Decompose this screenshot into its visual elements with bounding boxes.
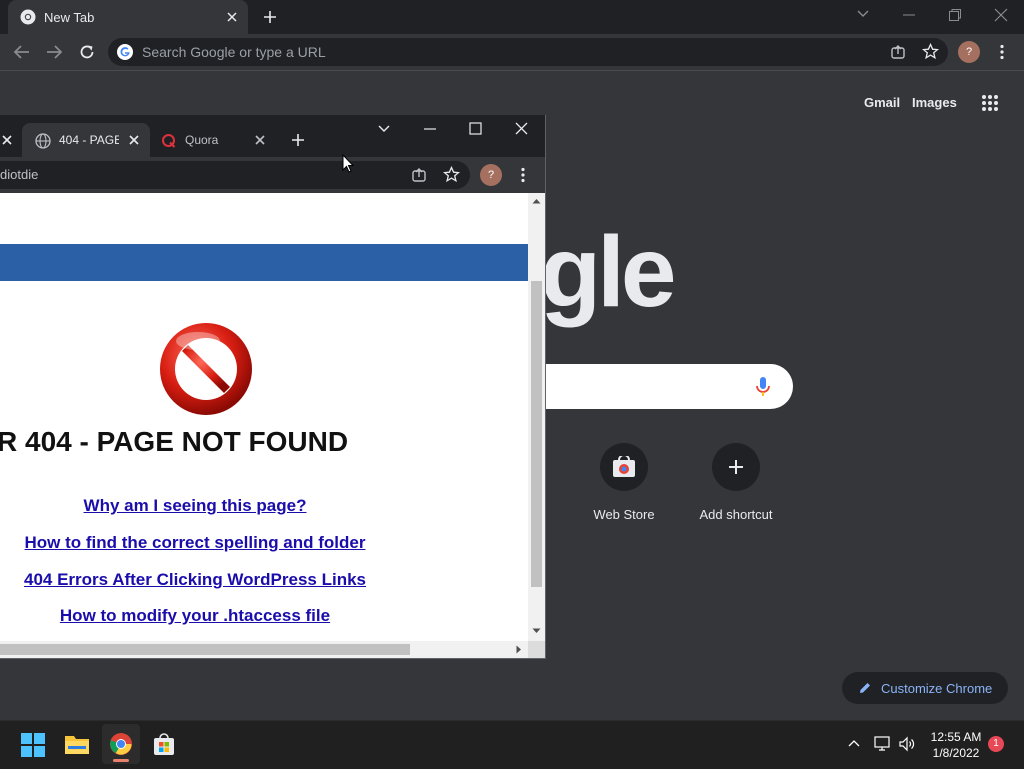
file-explorer-icon[interactable]	[64, 733, 90, 755]
scroll-right-arrow-icon[interactable]	[516, 645, 522, 654]
shortcut-label-web-store: Web Store	[593, 507, 655, 522]
link-correct-spelling[interactable]: How to find the correct spelling and fol…	[0, 533, 390, 553]
close-tab-icon[interactable]	[226, 11, 238, 23]
tab-title-quora: Quora	[185, 133, 219, 147]
pencil-icon	[858, 681, 872, 695]
no-entry-icon	[158, 321, 254, 417]
bookmark-star-icon[interactable]	[922, 43, 939, 60]
web-store-icon	[612, 456, 636, 478]
gmail-link[interactable]: Gmail	[864, 95, 900, 110]
apps-grid-icon[interactable]	[981, 94, 999, 112]
link-htaccess[interactable]: How to modify your .htaccess file	[0, 606, 390, 626]
new-tab-icon[interactable]	[262, 9, 278, 25]
page-banner	[0, 244, 528, 281]
fg-profile-avatar[interactable]: ?	[480, 164, 502, 186]
volume-icon[interactable]	[898, 736, 916, 752]
fg-bookmark-star-icon[interactable]	[443, 166, 460, 183]
mouse-cursor-icon	[342, 154, 354, 173]
active-app-indicator	[113, 759, 129, 762]
page-viewport: ROR 404 - PAGE NOT FOUND Why am I seeing…	[0, 193, 528, 641]
kebab-menu-icon[interactable]	[1000, 44, 1004, 60]
images-link[interactable]: Images	[912, 95, 957, 110]
network-icon[interactable]	[874, 736, 892, 752]
fg-omnibox[interactable]	[0, 161, 470, 189]
fg-new-tab-icon[interactable]	[290, 132, 306, 148]
tab-title-404: 404 - PAGE	[59, 133, 119, 147]
customize-chrome-label: Customize Chrome	[881, 681, 993, 696]
globe-icon	[35, 133, 51, 149]
link-why-seeing[interactable]: Why am I seeing this page?	[0, 496, 390, 516]
close-tab-quora-icon[interactable]	[255, 135, 265, 145]
fg-kebab-menu-icon[interactable]	[521, 167, 525, 183]
scrollbar-corner	[528, 641, 545, 658]
tab-title: New Tab	[44, 10, 95, 25]
share-icon[interactable]	[890, 44, 906, 60]
back-icon[interactable]	[13, 44, 31, 60]
notification-badge[interactable]: 1	[988, 736, 1004, 752]
clock-time: 12:55 AM	[930, 730, 982, 744]
restore-icon[interactable]	[948, 8, 962, 22]
store-icon[interactable]	[152, 732, 176, 756]
close-tab-offscreen-icon[interactable]	[2, 135, 12, 145]
scroll-down-arrow-icon[interactable]	[532, 628, 541, 634]
fg-share-icon[interactable]	[411, 167, 427, 183]
vertical-scroll-thumb[interactable]	[531, 281, 542, 587]
forward-icon[interactable]	[45, 44, 63, 60]
link-wordpress-404[interactable]: 404 Errors After Clicking WordPress Link…	[0, 570, 390, 590]
plus-icon	[728, 459, 744, 475]
start-icon[interactable]	[21, 733, 45, 757]
fg-close-window-icon[interactable]	[515, 122, 528, 135]
fg-maximize-icon[interactable]	[469, 122, 482, 135]
google-logo: gle	[540, 216, 676, 328]
system-clock[interactable]: 12:55 AM 1/8/2022	[920, 729, 992, 761]
tray-chevron-up-icon[interactable]	[848, 739, 860, 747]
horizontal-scroll-thumb[interactable]	[0, 644, 410, 655]
chrome-taskbar-icon	[109, 732, 133, 756]
profile-avatar[interactable]: ?	[958, 41, 980, 63]
shortcut-label-add: Add shortcut	[699, 507, 773, 522]
minimize-icon[interactable]	[902, 10, 916, 20]
fg-minimize-icon[interactable]	[423, 124, 437, 134]
tab-search-chevron-icon[interactable]	[856, 8, 870, 20]
quora-icon	[161, 133, 177, 149]
scroll-up-arrow-icon[interactable]	[532, 198, 541, 204]
fg-tab-search-chevron-icon[interactable]	[377, 123, 391, 135]
close-window-icon[interactable]	[994, 8, 1008, 22]
foreground-browser-window: 404 - PAGE Quora diotdie ? 404 - PAGE NO…	[0, 115, 546, 659]
microphone-icon[interactable]	[755, 376, 771, 398]
clock-date: 1/8/2022	[932, 746, 980, 760]
omnibox-placeholder: Search Google or type a URL	[142, 44, 326, 60]
reload-icon[interactable]	[78, 43, 96, 61]
google-g-icon	[117, 44, 133, 60]
error-heading: ROR 404 - PAGE NOT FOUND	[0, 426, 349, 457]
close-tab-404-icon[interactable]	[129, 135, 139, 145]
ntp-search-box[interactable]	[520, 364, 793, 409]
fg-omnibox-url[interactable]: diotdie	[0, 167, 38, 182]
chrome-icon	[20, 9, 36, 25]
